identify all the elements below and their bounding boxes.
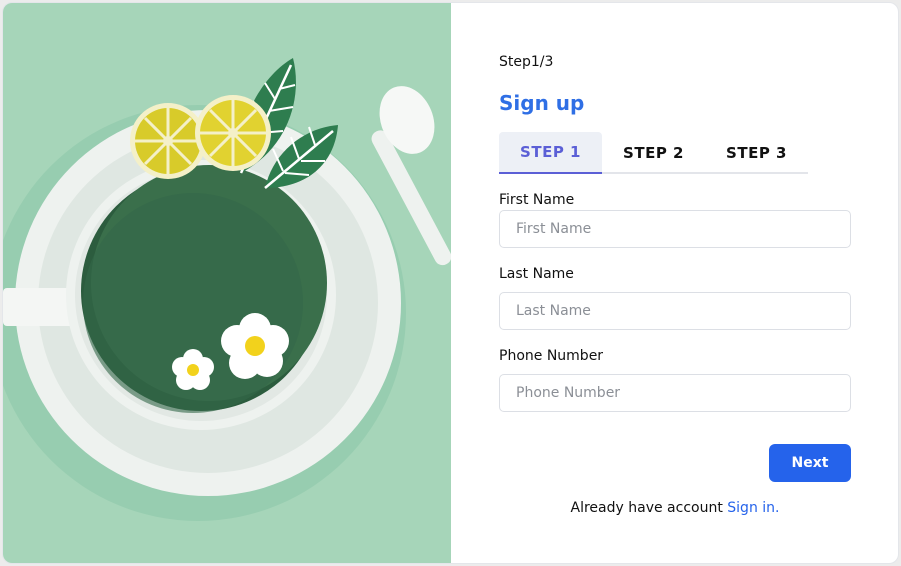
step-tabs: STEP 1 STEP 2 STEP 3 (499, 132, 808, 174)
last-name-label: Last Name (499, 266, 574, 282)
signin-link[interactable]: Sign in. (727, 500, 779, 516)
next-button[interactable]: Next (769, 444, 851, 482)
last-name-input[interactable] (499, 292, 851, 330)
tab-step-2[interactable]: STEP 2 (602, 132, 705, 174)
tea-cup-illustration (3, 3, 451, 563)
signin-prompt: Already have account Sign in. (499, 500, 851, 516)
tab-step-1[interactable]: STEP 1 (499, 132, 602, 174)
first-name-input[interactable] (499, 210, 851, 248)
phone-number-input[interactable] (499, 374, 851, 412)
phone-number-label: Phone Number (499, 348, 604, 364)
page-title: Sign up (499, 91, 585, 115)
signup-form: Step1/3 Sign up STEP 1 STEP 2 STEP 3 Fir… (499, 3, 851, 563)
signup-card: Step1/3 Sign up STEP 1 STEP 2 STEP 3 Fir… (2, 2, 899, 564)
step-counter: Step1/3 (499, 54, 554, 70)
first-name-label: First Name (499, 192, 575, 208)
signin-prompt-text: Already have account (570, 500, 723, 516)
tab-step-3[interactable]: STEP 3 (705, 132, 808, 174)
